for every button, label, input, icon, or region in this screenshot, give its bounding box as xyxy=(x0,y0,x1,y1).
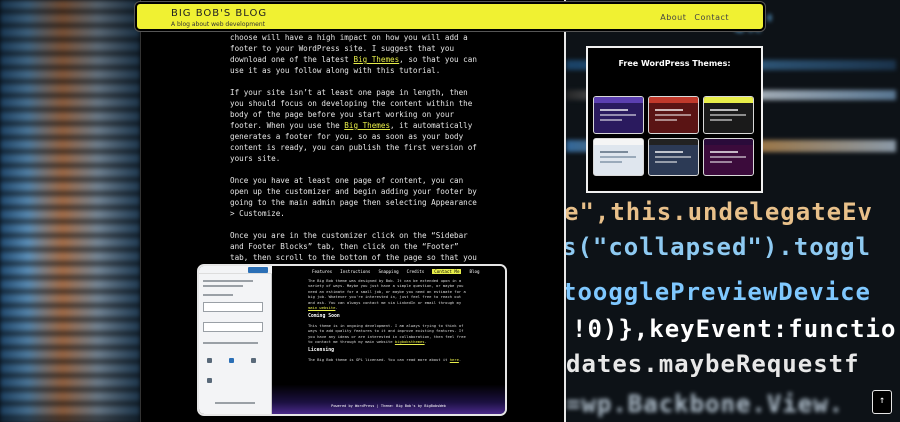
site-header: Big Bob's Blog A blog about web developm… xyxy=(135,2,765,31)
preview-site: Features Instructions Snapping Credits C… xyxy=(272,266,505,414)
code-line: =wp.Backbone.View. xyxy=(566,390,845,418)
paragraph: If your site isn’t at least one page in … xyxy=(230,88,477,163)
settings-icon xyxy=(207,378,212,383)
customizer-top-bar xyxy=(199,266,272,274)
code-line: s("collapsed").toggl xyxy=(566,233,871,261)
code-line: dates.maybeRequestf xyxy=(566,350,860,378)
theme-thumbnails xyxy=(593,96,757,176)
theme-thumbnail[interactable] xyxy=(703,138,754,176)
site-tagline: A blog about web development xyxy=(171,21,265,28)
preview-body: The Big Bob theme was designed by Bob. I… xyxy=(308,278,466,362)
main-content: choose will have a high impact on how yo… xyxy=(140,0,566,422)
main-nav: About Contact xyxy=(660,13,729,22)
site-brand[interactable]: Big Bob's Blog A blog about web developm… xyxy=(171,8,267,28)
paragraph: choose will have a high impact on how yo… xyxy=(230,33,477,75)
theme-thumbnail[interactable] xyxy=(593,96,644,134)
big-themes-link[interactable]: Big Themes xyxy=(353,55,399,64)
code-line: e",this.undelegateEv xyxy=(566,198,873,226)
desktop-icon xyxy=(207,358,212,363)
background-shade-left xyxy=(0,0,140,422)
code-line: toogglePreviewDevice xyxy=(566,278,871,306)
mobile-icon xyxy=(251,358,256,363)
site-title[interactable]: Big Bob's Blog xyxy=(171,8,267,19)
theme-thumbnail[interactable] xyxy=(648,96,699,134)
theme-thumbnail[interactable] xyxy=(648,138,699,176)
paragraph: Once you have at least one page of conte… xyxy=(230,176,477,218)
customizer-screenshot: Features Instructions Snapping Credits C… xyxy=(197,264,507,416)
theme-thumbnail[interactable] xyxy=(703,96,754,134)
preview-footer: Powered by WordPress | Theme: Big Bob's … xyxy=(331,404,446,408)
big-themes-link[interactable]: Big Themes xyxy=(344,121,390,130)
scroll-to-top-button[interactable]: ↑ xyxy=(872,390,892,414)
widget-title: Free WordPress Themes: xyxy=(618,59,731,68)
publish-button xyxy=(248,267,268,273)
preview-menu: Features Instructions Snapping Credits C… xyxy=(312,269,480,274)
customizer-panel xyxy=(199,266,272,414)
nav-about[interactable]: About xyxy=(660,13,686,22)
article-body: choose will have a high impact on how yo… xyxy=(230,32,480,285)
tablet-icon xyxy=(229,358,234,363)
theme-thumbnail[interactable] xyxy=(593,138,644,176)
code-line: !0)},keyEvent:functio xyxy=(572,315,897,343)
nav-contact[interactable]: Contact xyxy=(694,13,729,22)
free-themes-widget: Free WordPress Themes: xyxy=(586,46,763,193)
arrow-up-icon: ↑ xyxy=(878,395,886,406)
